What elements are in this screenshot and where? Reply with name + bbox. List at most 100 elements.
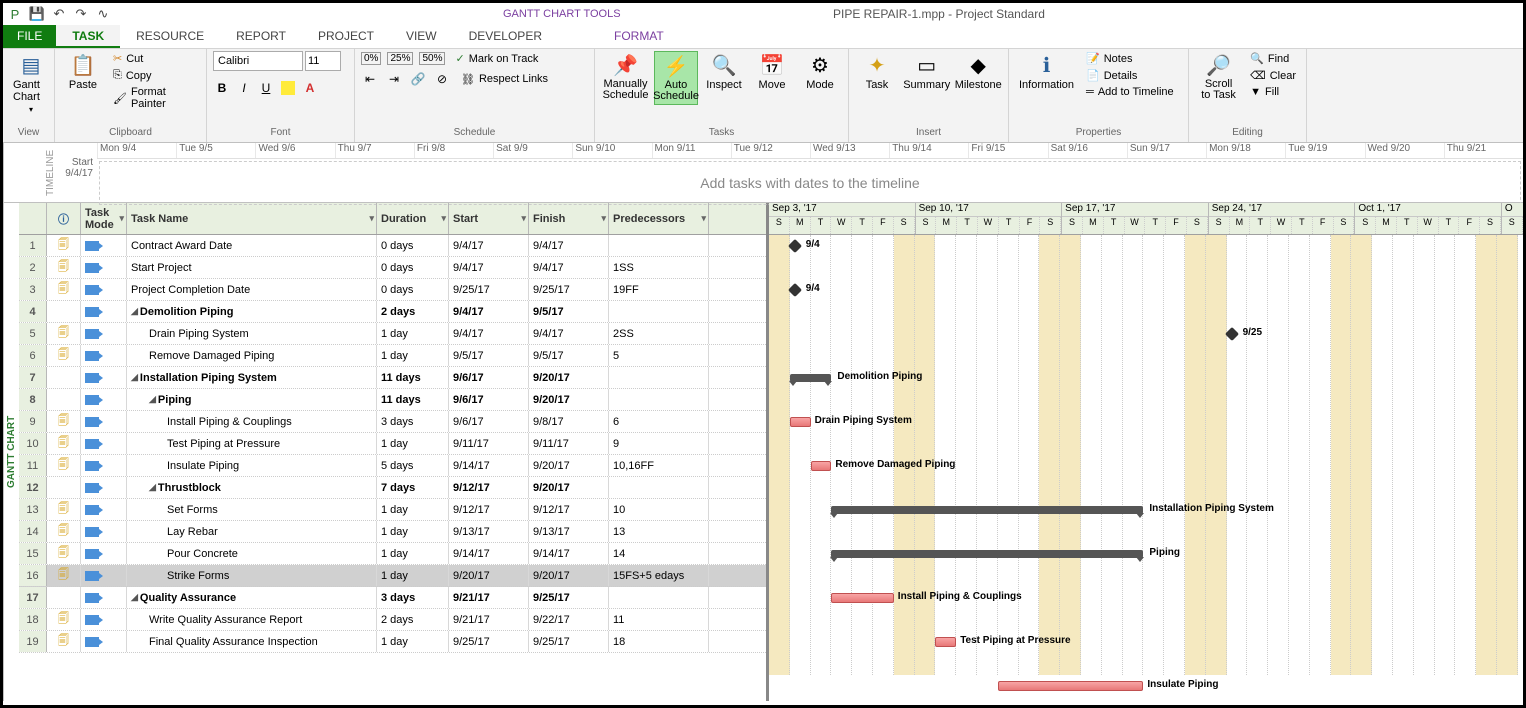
underline-button[interactable]: U [257, 79, 275, 97]
row-number[interactable]: 12 [19, 477, 47, 498]
start-cell[interactable]: 9/4/17 [449, 257, 529, 278]
font-color-button[interactable]: A [301, 79, 319, 97]
tab-file[interactable]: FILE [3, 25, 56, 48]
inspect-button[interactable]: 🔍Inspect [702, 51, 746, 93]
collapse-icon[interactable]: ◢ [131, 592, 138, 603]
italic-button[interactable]: I [235, 79, 253, 97]
table-row[interactable]: 10 🗐 Test Piping at Pressure 1 day 9/11/… [19, 433, 766, 455]
task-button[interactable]: ✦Task [855, 51, 899, 93]
summary-button[interactable]: ▭Summary [903, 51, 951, 93]
outdent-button[interactable]: ⇤ [361, 70, 379, 88]
format-painter-button[interactable]: 🖌Format Painter [109, 85, 200, 111]
duration-cell[interactable]: 1 day [377, 631, 449, 652]
predecessors-cell[interactable]: 9 [609, 433, 709, 454]
indent-button[interactable]: ⇥ [385, 70, 403, 88]
task-name-cell[interactable]: ◢Piping [127, 389, 377, 410]
scroll-to-task-button[interactable]: 🔎Scroll to Task [1195, 51, 1242, 103]
tab-developer[interactable]: DEVELOPER [453, 25, 558, 48]
mode-cell[interactable] [81, 565, 127, 586]
table-row[interactable]: 13 🗐 Set Forms 1 day 9/12/17 9/12/17 10 [19, 499, 766, 521]
duration-cell[interactable]: 1 day [377, 323, 449, 344]
clear-button[interactable]: ⌫Clear [1246, 68, 1300, 83]
duration-cell[interactable]: 1 day [377, 521, 449, 542]
predecessors-cell[interactable] [609, 301, 709, 322]
finish-cell[interactable]: 9/25/17 [529, 631, 609, 652]
mode-cell[interactable] [81, 279, 127, 300]
duration-cell[interactable]: 3 days [377, 411, 449, 432]
finish-cell[interactable]: 9/20/17 [529, 565, 609, 586]
font-size-select[interactable] [305, 51, 341, 71]
task-bar[interactable] [998, 681, 1144, 691]
finish-cell[interactable]: 9/20/17 [529, 455, 609, 476]
start-cell[interactable]: 9/6/17 [449, 367, 529, 388]
paste-button[interactable]: 📋Paste [61, 51, 105, 93]
move-button[interactable]: 📅Move [750, 51, 794, 93]
task-name-cell[interactable]: Pour Concrete [127, 543, 377, 564]
predecessors-cell[interactable]: 6 [609, 411, 709, 432]
duration-cell[interactable]: 0 days [377, 257, 449, 278]
predecessors-cell[interactable]: 10 [609, 499, 709, 520]
header-finish[interactable]: Finish▾ [529, 203, 609, 234]
milestone-button[interactable]: ◆Milestone [955, 51, 1003, 93]
mode-cell[interactable] [81, 455, 127, 476]
predecessors-cell[interactable] [609, 389, 709, 410]
row-number[interactable]: 11 [19, 455, 47, 476]
fill-button[interactable]: ▼Fill [1246, 85, 1300, 99]
start-cell[interactable]: 9/14/17 [449, 455, 529, 476]
row-number[interactable]: 9 [19, 411, 47, 432]
collapse-icon[interactable]: ◢ [131, 372, 138, 383]
task-name-cell[interactable]: ◢Quality Assurance [127, 587, 377, 608]
table-row[interactable]: 19 🗐 Final Quality Assurance Inspection … [19, 631, 766, 653]
duration-cell[interactable]: 1 day [377, 345, 449, 366]
predecessors-cell[interactable]: 11 [609, 609, 709, 630]
collapse-icon[interactable]: ◢ [149, 482, 156, 493]
finish-cell[interactable]: 9/20/17 [529, 477, 609, 498]
row-number[interactable]: 3 [19, 279, 47, 300]
summary-bar[interactable] [790, 374, 832, 382]
tab-report[interactable]: REPORT [220, 25, 302, 48]
task-name-cell[interactable]: Final Quality Assurance Inspection [127, 631, 377, 652]
start-cell[interactable]: 9/6/17 [449, 389, 529, 410]
row-number[interactable]: 7 [19, 367, 47, 388]
finish-cell[interactable]: 9/22/17 [529, 609, 609, 630]
predecessors-cell[interactable]: 14 [609, 543, 709, 564]
fill-color-button[interactable] [279, 79, 297, 97]
table-row[interactable]: 8 ◢Piping 11 days 9/6/17 9/20/17 [19, 389, 766, 411]
start-cell[interactable]: 9/4/17 [449, 235, 529, 256]
duration-cell[interactable]: 1 day [377, 433, 449, 454]
header-start[interactable]: Start▾ [449, 203, 529, 234]
finish-cell[interactable]: 9/25/17 [529, 587, 609, 608]
header-predecessors[interactable]: Predecessors▾ [609, 203, 709, 234]
predecessors-cell[interactable] [609, 235, 709, 256]
start-cell[interactable]: 9/25/17 [449, 631, 529, 652]
task-name-cell[interactable]: Write Quality Assurance Report [127, 609, 377, 630]
start-cell[interactable]: 9/12/17 [449, 477, 529, 498]
finish-cell[interactable]: 9/8/17 [529, 411, 609, 432]
table-row[interactable]: 16 🗐 Strike Forms 1 day 9/20/17 9/20/17 … [19, 565, 766, 587]
finish-cell[interactable]: 9/20/17 [529, 389, 609, 410]
finish-cell[interactable]: 9/4/17 [529, 257, 609, 278]
task-name-cell[interactable]: Set Forms [127, 499, 377, 520]
gantt-chart[interactable]: Sep 3, '17SMTWTFSSep 10, '17SMTWTFSSep 1… [769, 203, 1523, 701]
start-cell[interactable]: 9/14/17 [449, 543, 529, 564]
start-cell[interactable]: 9/4/17 [449, 323, 529, 344]
table-row[interactable]: 2 🗐 Start Project 0 days 9/4/17 9/4/17 1… [19, 257, 766, 279]
save-icon[interactable]: 💾 [29, 6, 45, 22]
predecessors-cell[interactable]: 10,16FF [609, 455, 709, 476]
mode-cell[interactable] [81, 323, 127, 344]
finish-cell[interactable]: 9/13/17 [529, 521, 609, 542]
finish-cell[interactable]: 9/12/17 [529, 499, 609, 520]
start-cell[interactable]: 9/11/17 [449, 433, 529, 454]
row-number[interactable]: 18 [19, 609, 47, 630]
task-bar[interactable] [831, 593, 893, 603]
duration-cell[interactable]: 0 days [377, 235, 449, 256]
unlink-button[interactable]: ⊘ [433, 70, 451, 88]
task-bar[interactable] [790, 417, 811, 427]
task-bar[interactable] [811, 461, 832, 471]
table-row[interactable]: 3 🗐 Project Completion Date 0 days 9/25/… [19, 279, 766, 301]
row-number[interactable]: 17 [19, 587, 47, 608]
header-mode[interactable]: Task Mode▾ [81, 203, 127, 234]
task-name-cell[interactable]: ◢Demolition Piping [127, 301, 377, 322]
milestone-bar[interactable] [788, 283, 802, 297]
table-row[interactable]: 11 🗐 Insulate Piping 5 days 9/14/17 9/20… [19, 455, 766, 477]
